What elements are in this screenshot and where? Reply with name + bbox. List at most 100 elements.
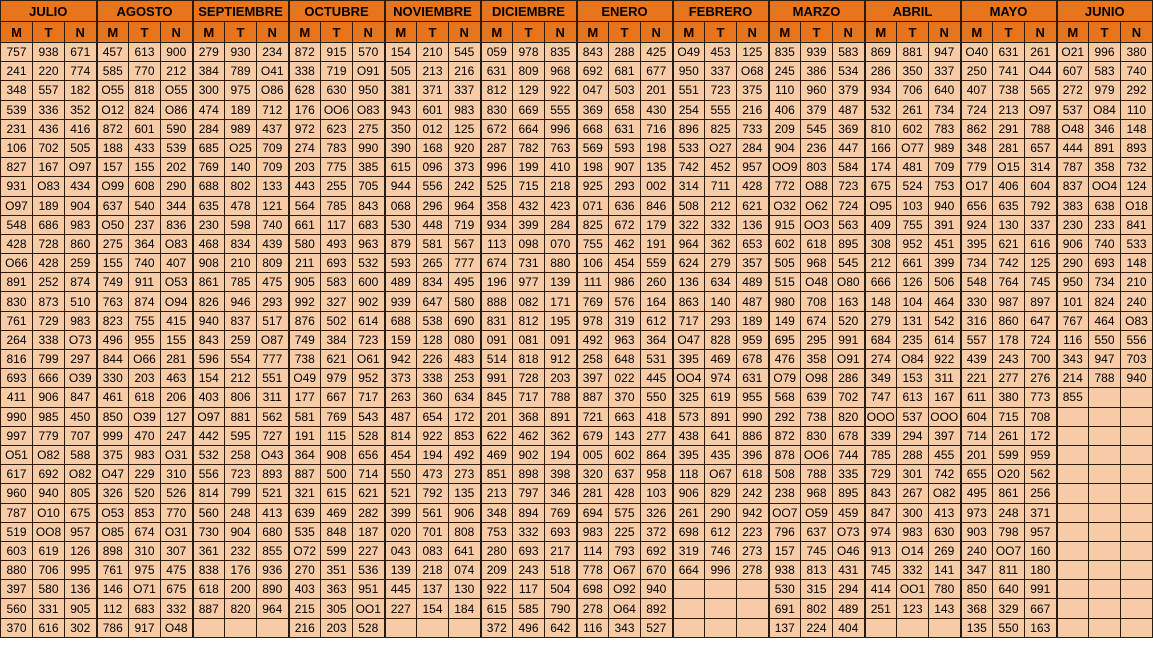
result-cell: 462: [608, 233, 641, 255]
result-cell: 114: [575, 540, 609, 562]
result-cell: 047: [575, 80, 609, 101]
result-cell: 602: [767, 233, 801, 255]
result-cell: 199: [512, 157, 545, 178]
result-cell: 101: [1055, 291, 1089, 312]
result-cell: 242: [448, 176, 481, 197]
result-cell: 160: [1024, 540, 1057, 562]
result-cell: [448, 617, 481, 638]
result-cell: O67: [608, 560, 641, 581]
result-cell: OO7: [992, 540, 1025, 562]
result-cell: 693: [512, 540, 545, 562]
result-cell: 647: [416, 291, 449, 312]
result-cell: 853: [448, 425, 481, 446]
result-cell: 951: [352, 579, 385, 600]
result-cell: 723: [224, 464, 257, 485]
result-cell: 518: [544, 560, 577, 581]
shift-header: M: [959, 21, 993, 43]
result-cell: 296: [416, 195, 449, 216]
shift-header: T: [416, 21, 449, 43]
result-cell: 769: [320, 406, 353, 427]
result-cell: 508: [671, 195, 705, 216]
table-row: 693 666 O39 330 203 463 154 212 551 O49 979 952 373 3…: [0, 368, 1153, 389]
result-cell: 291: [992, 118, 1025, 139]
result-cell: 674: [128, 521, 161, 542]
shift-header: N: [256, 21, 289, 43]
result-cell: 329: [992, 598, 1025, 619]
result-cell: 714: [352, 464, 385, 485]
result-cell: 824: [128, 99, 161, 120]
result-cell: 301: [896, 464, 929, 485]
result-cell: 851: [479, 464, 513, 485]
result-cell: 326: [640, 502, 673, 523]
result-cell: 621: [352, 483, 385, 504]
result-cell: 261: [896, 99, 929, 120]
result-cell: 808: [448, 521, 481, 542]
result-cell: 769: [191, 157, 225, 178]
result-cell: O68: [736, 61, 769, 82]
result-cell: 562: [256, 406, 289, 427]
result-cell: 862: [959, 118, 993, 139]
result-cell: 413: [928, 502, 961, 523]
result-cell: 978: [512, 41, 545, 63]
result-cell: O53: [95, 502, 129, 523]
result-cell: 231: [0, 118, 33, 139]
result-cell: O46: [832, 540, 865, 562]
result-cell: 414: [863, 579, 897, 600]
result-cell: 555: [544, 99, 577, 120]
result-cell: 395: [671, 348, 705, 370]
result-cell: 487: [736, 291, 769, 312]
result-cell: 616: [32, 617, 65, 638]
result-cell: O73: [64, 329, 97, 351]
table-row: 264 338 O73 496 955 155 843 259 O87 749 384 723 159 1…: [0, 329, 1153, 351]
result-cell: 593: [383, 253, 417, 274]
result-cell: 167: [928, 387, 961, 408]
result-cell: [1055, 444, 1089, 466]
result-cell: 157: [95, 157, 129, 178]
result-cell: 683: [128, 598, 161, 619]
result-cell: O97: [64, 157, 97, 178]
result-cell: 348: [0, 80, 33, 101]
result-cell: 539: [160, 137, 193, 159]
result-cell: 406: [992, 176, 1025, 197]
result-cell: 692: [32, 464, 65, 485]
result-cell: O12: [95, 99, 129, 120]
result-cell: 215: [287, 598, 321, 619]
result-cell: O84: [896, 348, 929, 370]
result-cell: [1088, 598, 1121, 619]
result-cell: 358: [800, 348, 833, 370]
result-cell: 952: [352, 368, 385, 389]
result-cell: 447: [832, 137, 865, 159]
result-cell: 618: [736, 464, 769, 485]
result-cell: 528: [352, 425, 385, 446]
result-cell: 913: [863, 540, 897, 562]
result-cell: 727: [256, 425, 289, 446]
result-cell: 212: [160, 61, 193, 82]
result-cell: 451: [928, 233, 961, 255]
result-cell: 975: [224, 80, 257, 101]
result-cell: 439: [256, 233, 289, 255]
result-cell: [1120, 387, 1153, 408]
result-cell: 860: [64, 233, 97, 255]
result-cell: 225: [608, 521, 641, 542]
result-cell: 783: [928, 118, 961, 139]
result-cell: 216: [287, 617, 321, 638]
result-cell: 861: [191, 272, 225, 293]
result-cell: 364: [287, 444, 321, 466]
result-cell: 020: [383, 521, 417, 542]
result-cell: 106: [0, 137, 33, 159]
result-cell: 130: [992, 214, 1025, 235]
lottery-results-table: JULIO AGOSTO SEPTIEMBRE OCTUBRE NOVIEMBRE DIC…: [0, 0, 1153, 638]
result-cell: [1055, 406, 1089, 427]
result-cell: OO4: [671, 368, 705, 389]
result-cell: 944: [383, 176, 417, 197]
result-cell: 873: [32, 291, 65, 312]
result-cell: 904: [767, 137, 801, 159]
result-cell: 669: [512, 99, 545, 120]
result-cell: 236: [800, 137, 833, 159]
result-cell: 311: [928, 368, 961, 389]
result-cell: 738: [287, 348, 321, 370]
result-cell: 220: [32, 61, 65, 82]
result-cell: 369: [832, 118, 865, 139]
result-cell: 536: [352, 560, 385, 581]
result-cell: 788: [1024, 118, 1057, 139]
